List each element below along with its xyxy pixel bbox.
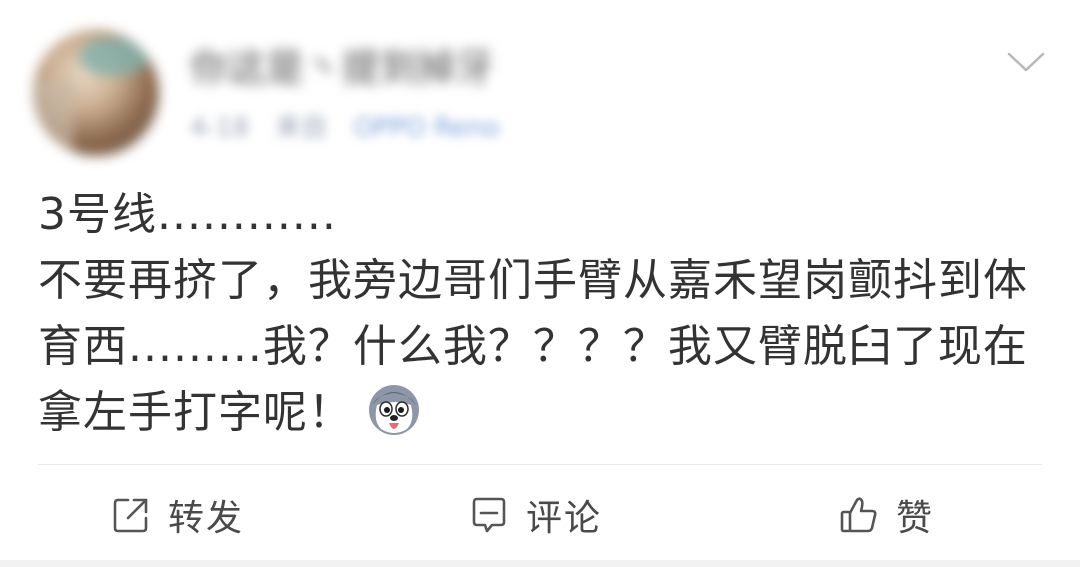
card-separator (0, 560, 1080, 567)
avatar[interactable] (33, 30, 159, 156)
action-bar: 转发 评论 赞 (0, 466, 1080, 567)
like-label: 赞 (896, 498, 935, 539)
divider (38, 464, 1042, 465)
comment-button[interactable]: 评论 (468, 466, 602, 564)
post-card: 你这是丶提到掉牙 4-18 来自 OPPO Reno 3号线..........… (0, 0, 1080, 567)
like-button[interactable]: 赞 (838, 466, 934, 564)
repost-label: 转发 (168, 498, 245, 539)
source-prefix: 来自 (275, 113, 328, 143)
comment-icon (472, 497, 506, 533)
repost-button[interactable]: 转发 (110, 466, 244, 564)
husky-emoji-icon (369, 385, 419, 435)
post-time: 4-18 (190, 113, 250, 143)
chevron-down-icon[interactable] (1005, 44, 1047, 78)
thumbs-up-icon (840, 497, 877, 533)
comment-label: 评论 (526, 498, 603, 539)
post-content: 3号线............ 不要再挤了，我旁边哥们手臂从嘉禾望岗颤抖到体育西… (38, 182, 1048, 446)
username[interactable]: 你这是丶提到掉牙 (190, 40, 499, 96)
post-text: 3号线............ 不要再挤了，我旁边哥们手臂从嘉禾望岗颤抖到体育西… (38, 189, 1028, 438)
source-device[interactable]: OPPO Reno (354, 113, 500, 143)
post-meta: 4-18 来自 OPPO Reno (190, 110, 499, 146)
post-header: 你这是丶提到掉牙 4-18 来自 OPPO Reno (190, 40, 499, 146)
repost-icon (113, 498, 148, 533)
